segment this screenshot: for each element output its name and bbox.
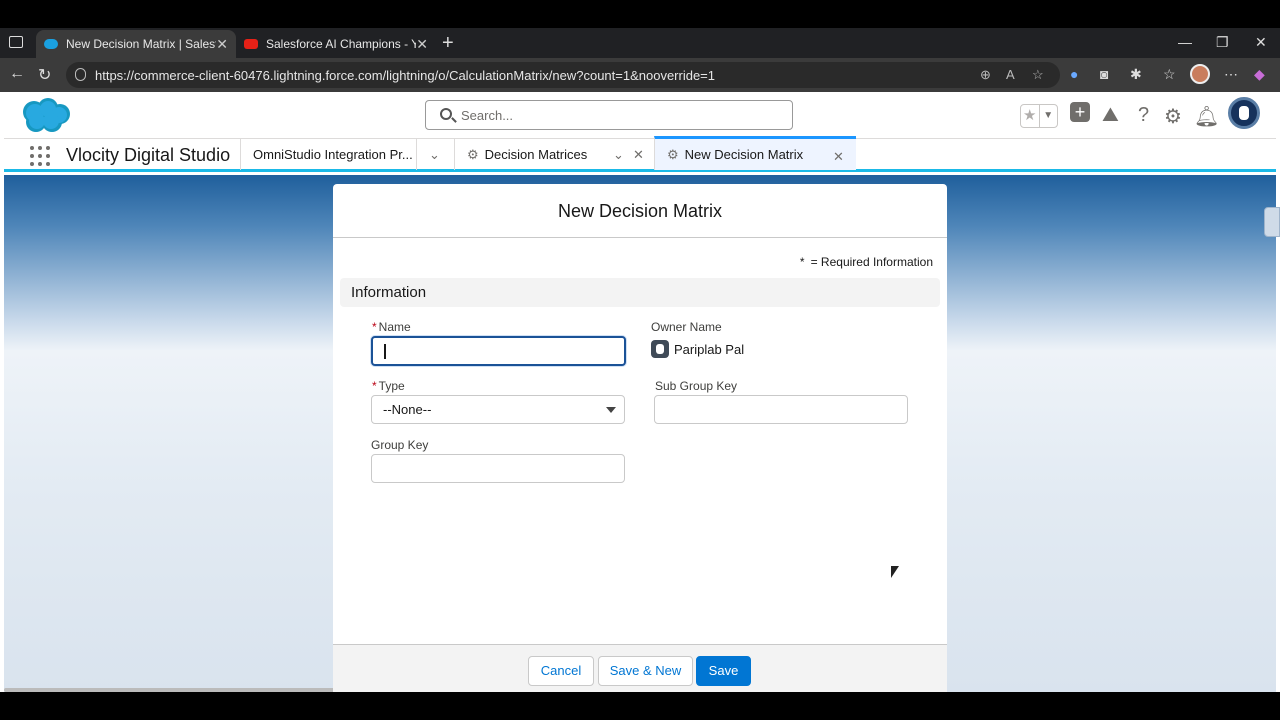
help-icon[interactable]: ? xyxy=(1138,104,1149,127)
owner-avatar-icon xyxy=(651,340,669,358)
url-field[interactable]: https://commerce-client-60476.lightning.… xyxy=(66,62,1060,88)
app-navigation: Vlocity Digital Studio OmniStudio Integr… xyxy=(4,136,1276,172)
utility-panel-handle[interactable] xyxy=(1264,207,1280,237)
notifications-bell-icon[interactable]: 🔔︎ xyxy=(1194,104,1219,129)
dropdown-arrow-icon xyxy=(606,407,616,413)
search-placeholder: Search... xyxy=(461,108,514,123)
nav-tab-new-decision-matrix[interactable]: ⚙ New Decision Matrix ✕ xyxy=(654,136,856,170)
sub-group-key-label: Sub Group Key xyxy=(655,379,738,393)
restore-icon[interactable]: ❐ xyxy=(1216,34,1229,51)
app-name: Vlocity Digital Studio xyxy=(66,145,231,165)
search-icon xyxy=(440,108,452,120)
close-window-icon[interactable]: ✕ xyxy=(1255,34,1267,51)
new-record-modal: New Decision Matrix * = Required Informat… xyxy=(333,184,947,692)
site-info-icon[interactable] xyxy=(75,68,86,81)
required-asterisk: * xyxy=(372,379,377,393)
name-label-text: Name xyxy=(378,320,411,334)
nav-tab-omnistudio[interactable]: OmniStudio Integration Pr... xyxy=(240,139,416,170)
save-and-new-button[interactable]: Save & New xyxy=(598,656,693,686)
global-header: Search... ★ ▼ + ⛰ ? ⚙ 🔔︎ xyxy=(4,92,1276,138)
salesforce-favicon-icon xyxy=(44,39,58,49)
trailhead-icon[interactable]: ⛰ xyxy=(1102,104,1119,127)
close-icon[interactable]: ✕ xyxy=(833,149,844,165)
owner-name-text: Pariplab Pal xyxy=(674,341,745,357)
owner-name-label: Owner Name xyxy=(651,320,722,334)
app-launcher-icon[interactable] xyxy=(30,146,50,166)
required-asterisk: * xyxy=(372,320,377,334)
nav-tab-label: New Decision Matrix xyxy=(684,147,804,162)
back-icon[interactable]: ← xyxy=(9,65,25,83)
screenshot-icon[interactable]: ◙ xyxy=(1100,66,1108,82)
chevron-down-icon[interactable]: ⌄ xyxy=(429,147,440,163)
chevron-down-icon[interactable]: ▼ xyxy=(1038,105,1058,127)
youtube-favicon-icon xyxy=(244,39,258,49)
window-menu-icon[interactable] xyxy=(9,36,23,48)
name-input[interactable] xyxy=(371,336,626,366)
type-selected-value: --None-- xyxy=(383,402,432,417)
user-avatar[interactable] xyxy=(1228,97,1260,129)
gears-icon: ⚙ xyxy=(667,146,679,162)
mouse-pointer-icon xyxy=(891,566,899,578)
browser-window: New Decision Matrix | Salesforce ✕ Sales… xyxy=(0,28,1280,692)
required-info-text: = Required Information xyxy=(810,255,933,269)
address-bar-row: ← ↻ https://commerce-client-60476.lightn… xyxy=(0,58,1280,92)
sub-group-key-input[interactable] xyxy=(654,395,908,424)
section-header-information[interactable]: Information xyxy=(340,278,940,307)
type-label-text: Type xyxy=(378,379,405,393)
favorite-star-icon[interactable]: ☆ xyxy=(1032,67,1044,83)
browser-tab-title: Salesforce AI Champions - YouTube xyxy=(266,37,416,51)
minimize-icon[interactable]: — xyxy=(1178,34,1192,50)
required-asterisk: * xyxy=(799,255,805,269)
star-icon[interactable]: ★ xyxy=(1021,105,1039,127)
extension-icon[interactable]: ● xyxy=(1070,66,1078,82)
extensions-puzzle-icon[interactable]: ✱ xyxy=(1130,66,1142,83)
modal-footer: Cancel Save & New Save xyxy=(333,644,947,692)
type-label: * Type xyxy=(372,379,405,393)
browser-tab-title: New Decision Matrix | Salesforce xyxy=(66,37,216,51)
modal-title: New Decision Matrix xyxy=(333,184,947,238)
group-key-input[interactable] xyxy=(371,454,625,483)
close-tab-icon[interactable]: ✕ xyxy=(416,36,428,53)
type-select[interactable]: --None-- xyxy=(371,395,625,424)
nav-tab-decision-matrices[interactable]: ⚙ Decision Matrices ⌄ ✕ xyxy=(454,139,654,170)
group-key-label: Group Key xyxy=(371,438,429,452)
text-caret xyxy=(384,344,386,359)
salesforce-logo-icon[interactable] xyxy=(18,96,72,134)
setup-gear-icon[interactable]: ⚙ xyxy=(1164,104,1182,129)
browser-tab-salesforce[interactable]: New Decision Matrix | Salesforce ✕ xyxy=(36,30,236,58)
name-label: * Name xyxy=(372,320,411,334)
read-aloud-icon[interactable]: A xyxy=(1006,67,1015,82)
favorites-control[interactable]: ★ ▼ xyxy=(1020,104,1058,128)
save-button[interactable]: Save xyxy=(696,656,751,686)
close-icon[interactable]: ✕ xyxy=(633,147,644,163)
browser-tabstrip: New Decision Matrix | Salesforce ✕ Sales… xyxy=(0,28,1280,58)
new-tab-icon[interactable]: + xyxy=(442,32,454,55)
cancel-button[interactable]: Cancel xyxy=(528,656,594,686)
required-info-legend: * = Required Information xyxy=(800,255,933,269)
chevron-down-icon[interactable]: ⌄ xyxy=(613,147,624,163)
nav-tab-label: Decision Matrices xyxy=(484,147,588,162)
favorites-icon[interactable]: ☆ xyxy=(1163,66,1176,83)
refresh-icon[interactable]: ↻ xyxy=(38,65,51,85)
close-tab-icon[interactable]: ✕ xyxy=(216,36,228,53)
nav-tab-label: OmniStudio Integration Pr... xyxy=(253,147,413,162)
browser-tab-youtube[interactable]: Salesforce AI Champions - YouTube ✕ xyxy=(236,30,436,58)
url-text: https://commerce-client-60476.lightning.… xyxy=(95,68,716,83)
browser-profile-avatar[interactable] xyxy=(1190,64,1210,84)
global-actions-icon[interactable]: + xyxy=(1070,102,1090,122)
global-search-input[interactable]: Search... xyxy=(425,100,793,130)
owner-name-value[interactable]: Pariplab Pal xyxy=(651,340,744,358)
gears-icon: ⚙ xyxy=(467,146,479,162)
nav-dropdown[interactable]: ⌄ xyxy=(416,139,454,170)
more-menu-icon[interactable]: ⋯ xyxy=(1224,66,1238,83)
zoom-icon[interactable]: ⊕ xyxy=(980,67,991,83)
copilot-icon[interactable]: ◆ xyxy=(1254,66,1265,83)
